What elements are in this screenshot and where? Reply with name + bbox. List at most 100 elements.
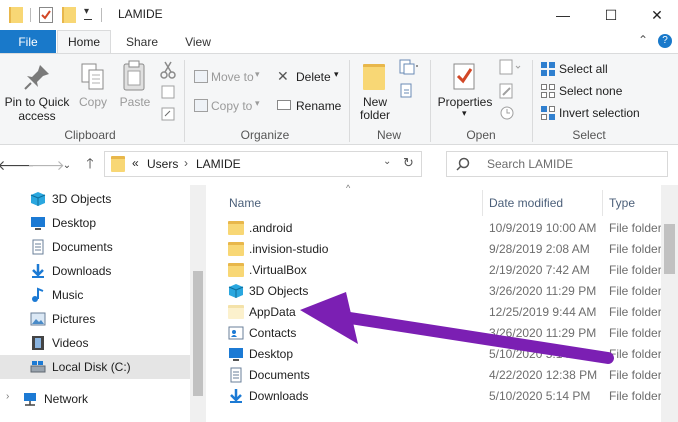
file-type: File folder bbox=[609, 368, 662, 382]
group-separator bbox=[349, 60, 350, 142]
file-date: 2/19/2020 7:42 AM bbox=[489, 263, 590, 277]
new-folder-label-line2: folder bbox=[359, 108, 391, 122]
nav-item-pictures[interactable]: Pictures bbox=[0, 307, 190, 331]
properties-button[interactable]: Properties ▾ bbox=[434, 60, 496, 122]
file-row[interactable]: AppData 12/25/2019 9:44 AM File folder bbox=[222, 302, 664, 323]
select-all-icon bbox=[541, 62, 555, 76]
file-row[interactable]: Contacts 3/26/2020 11:29 PM File folder bbox=[222, 323, 664, 344]
delete-button[interactable]: ✕ Delete ▾ bbox=[276, 68, 342, 86]
file-row[interactable]: Desktop 5/10/2020 5:14 PM File folder bbox=[222, 344, 664, 365]
folder-icon bbox=[111, 156, 125, 172]
nav-label: Videos bbox=[52, 336, 89, 350]
nav-item-network[interactable]: › Network bbox=[0, 387, 190, 411]
nav-item-downloads[interactable]: Downloads bbox=[0, 259, 190, 283]
file-row[interactable]: .invision-studio 9/28/2019 2:08 AM File … bbox=[222, 239, 664, 260]
breadcrumb-users[interactable]: Users bbox=[147, 157, 178, 171]
file-list-scrollbar[interactable] bbox=[661, 185, 678, 422]
collapse-ribbon-icon[interactable]: ⌃ bbox=[638, 33, 648, 47]
nav-item-local-disk[interactable]: Local Disk (C:) bbox=[0, 355, 190, 379]
breadcrumb-chevron-icon[interactable]: › bbox=[184, 156, 188, 170]
column-header-type-label: Type bbox=[609, 196, 636, 210]
back-button[interactable]: 🡐 bbox=[0, 155, 35, 175]
file-type: File folder bbox=[609, 389, 662, 403]
nav-item-3d-objects[interactable]: 3D Objects bbox=[0, 187, 190, 211]
paste-button[interactable]: Paste bbox=[115, 60, 155, 110]
copy-to-button[interactable]: Copy to ▾ bbox=[192, 97, 270, 115]
copy-to-dropdown-icon: ▾ bbox=[255, 98, 260, 108]
move-to-button[interactable]: Move to ▾ bbox=[192, 68, 270, 86]
new-folder-quick-icon[interactable] bbox=[62, 7, 76, 23]
column-header-date[interactable]: Date modified bbox=[483, 190, 603, 216]
file-list-scrollbar-thumb[interactable] bbox=[664, 224, 675, 274]
address-bar[interactable]: « Users › LAMIDE ⌄ ↻ bbox=[104, 151, 422, 177]
file-row[interactable]: Documents 4/22/2020 12:38 PM File folder bbox=[222, 365, 664, 386]
maximize-button[interactable]: ☐ bbox=[588, 0, 634, 30]
nav-label: Network bbox=[44, 392, 89, 406]
properties-quick-icon[interactable] bbox=[39, 7, 53, 23]
forward-button[interactable]: 🡒 bbox=[27, 155, 65, 175]
toolbar-underline bbox=[84, 19, 92, 20]
navigation-pane: 3D Objects Desktop Documents Downloads M… bbox=[0, 185, 206, 422]
tab-file[interactable]: File bbox=[0, 30, 56, 53]
select-none-label: Select none bbox=[559, 84, 623, 98]
edit-icon[interactable] bbox=[498, 82, 518, 102]
customize-toolbar-icon[interactable]: ▾ bbox=[84, 6, 89, 17]
breadcrumb-overflow[interactable]: « bbox=[132, 156, 139, 170]
nav-label: Pictures bbox=[52, 312, 96, 326]
nav-item-videos[interactable]: Videos bbox=[0, 331, 190, 355]
group-separator bbox=[430, 60, 431, 142]
copy-button[interactable]: Copy bbox=[73, 60, 113, 110]
file-row[interactable]: .android 10/9/2019 10:00 AM File folder bbox=[222, 218, 664, 239]
nav-label: 3D Objects bbox=[52, 192, 112, 206]
minimize-button[interactable]: — bbox=[540, 0, 586, 30]
nav-item-documents[interactable]: Documents bbox=[0, 235, 190, 259]
tab-home[interactable]: Home bbox=[57, 30, 111, 53]
group-label-clipboard: Clipboard bbox=[64, 128, 116, 142]
search-box[interactable]: Search LAMIDE bbox=[446, 151, 668, 177]
address-dropdown-icon[interactable]: ⌄ bbox=[383, 156, 391, 167]
new-item-icon[interactable] bbox=[398, 58, 420, 76]
nav-item-desktop[interactable]: Desktop bbox=[0, 211, 190, 235]
column-header-type[interactable]: Type bbox=[603, 190, 663, 216]
file-row[interactable]: Downloads 5/10/2020 5:14 PM File folder bbox=[222, 386, 664, 407]
file-row[interactable]: .VirtualBox 2/19/2020 7:42 AM File folde… bbox=[222, 260, 664, 281]
rename-button[interactable]: Rename bbox=[276, 97, 342, 115]
recent-locations-icon[interactable]: ⌄ bbox=[57, 155, 77, 175]
paste-icon bbox=[123, 60, 145, 91]
cut-icon[interactable] bbox=[160, 61, 176, 79]
help-icon[interactable]: ? bbox=[658, 34, 672, 48]
paste-shortcut-icon[interactable] bbox=[160, 106, 176, 122]
group-separator bbox=[532, 60, 533, 142]
refresh-icon[interactable]: ↻ bbox=[403, 155, 414, 171]
nav-label: Downloads bbox=[52, 264, 112, 278]
file-row[interactable]: 3D Objects 3/26/2020 11:29 PM File folde… bbox=[222, 281, 664, 302]
column-header-name[interactable]: Name bbox=[223, 190, 483, 216]
easy-access-icon[interactable] bbox=[398, 82, 420, 100]
pin-to-quick-access-button[interactable]: Pin to Quick access bbox=[4, 60, 70, 124]
breadcrumb-lamide[interactable]: LAMIDE bbox=[196, 157, 241, 171]
close-button[interactable]: ✕ bbox=[634, 0, 678, 30]
expand-chevron-icon[interactable]: › bbox=[6, 391, 9, 402]
file-list: ^ Name Date modified Type .android 10/9/… bbox=[206, 183, 678, 422]
up-button[interactable]: 🡑 bbox=[80, 155, 100, 175]
tab-view[interactable]: View bbox=[171, 30, 225, 53]
pictures-icon bbox=[30, 312, 46, 326]
title-separator bbox=[30, 8, 31, 22]
copy-path-icon[interactable] bbox=[160, 84, 176, 100]
nav-scrollbar-thumb[interactable] bbox=[193, 271, 203, 396]
file-type: File folder bbox=[609, 242, 662, 256]
tab-share[interactable]: Share bbox=[113, 30, 171, 53]
open-icon[interactable] bbox=[498, 58, 524, 78]
history-icon[interactable] bbox=[498, 104, 518, 124]
move-to-label: Move to bbox=[211, 70, 254, 84]
select-none-button[interactable]: Select none bbox=[540, 82, 650, 100]
select-all-button[interactable]: Select all bbox=[540, 60, 650, 78]
file-name: .VirtualBox bbox=[249, 263, 307, 277]
new-folder-button[interactable]: New folder bbox=[354, 60, 396, 122]
invert-selection-button[interactable]: Invert selection bbox=[540, 104, 660, 122]
nav-item-music[interactable]: Music bbox=[0, 283, 190, 307]
search-placeholder: Search LAMIDE bbox=[487, 157, 574, 171]
file-name: .invision-studio bbox=[249, 242, 329, 256]
group-label-open: Open bbox=[466, 128, 496, 142]
file-date: 9/28/2019 2:08 AM bbox=[489, 242, 590, 256]
